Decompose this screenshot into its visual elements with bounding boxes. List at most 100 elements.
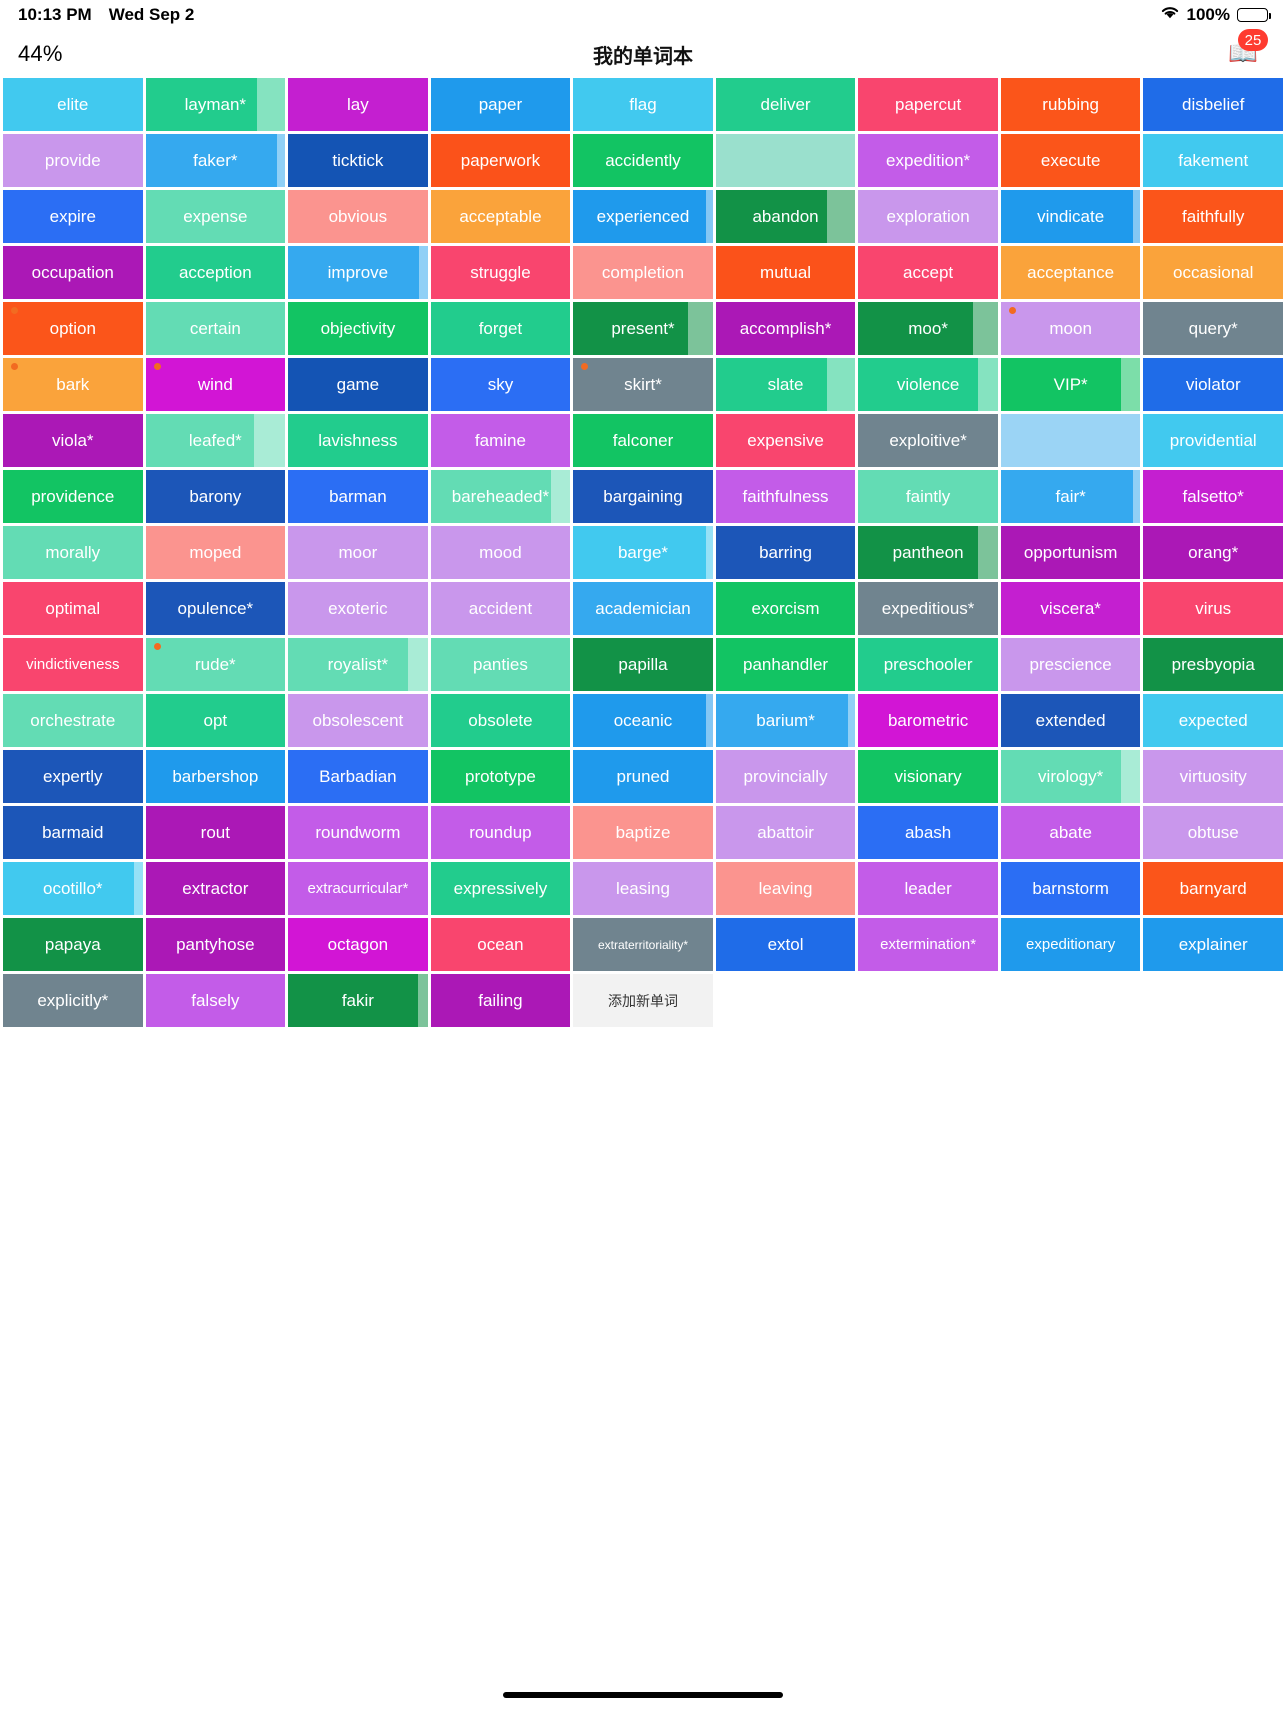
- word-tile[interactable]: certain: [145, 302, 286, 355]
- word-tile[interactable]: deliver: [715, 78, 856, 131]
- word-tile[interactable]: extracurricular*: [288, 862, 428, 915]
- word-tile[interactable]: expedition*: [858, 134, 998, 187]
- word-tile[interactable]: lavishness: [288, 414, 428, 467]
- word-tile[interactable]: opulence*: [145, 582, 286, 635]
- word-tile[interactable]: barnyard: [1143, 862, 1283, 915]
- word-tile[interactable]: acceptable: [430, 190, 571, 243]
- word-tile[interactable]: obsolescent: [288, 694, 428, 747]
- word-tile[interactable]: game: [288, 358, 428, 411]
- word-tile[interactable]: bargaining: [573, 470, 713, 523]
- word-tile[interactable]: optimal: [3, 582, 143, 635]
- word-tile[interactable]: fakir: [288, 974, 428, 1027]
- word-tile[interactable]: elite: [3, 78, 143, 131]
- word-tile[interactable]: providence: [3, 470, 143, 523]
- word-tile[interactable]: exploration: [858, 190, 998, 243]
- word-tile[interactable]: octagon: [288, 918, 428, 971]
- word-tile[interactable]: exorcism: [715, 582, 856, 635]
- word-tile[interactable]: barbershop: [145, 750, 286, 803]
- word-tile[interactable]: provincially: [715, 750, 856, 803]
- word-tile[interactable]: roundworm: [288, 806, 428, 859]
- word-tile[interactable]: opportunism: [1000, 526, 1141, 579]
- word-tile[interactable]: paperwork: [430, 134, 571, 187]
- word-tile[interactable]: [1000, 414, 1141, 467]
- word-tile[interactable]: objectivity: [288, 302, 428, 355]
- word-tile[interactable]: papilla: [573, 638, 713, 691]
- word-tile[interactable]: faithfully: [1143, 190, 1283, 243]
- word-tile[interactable]: extermination*: [858, 918, 998, 971]
- word-tile[interactable]: falsetto*: [1143, 470, 1283, 523]
- word-tile[interactable]: execute: [1000, 134, 1141, 187]
- word-tile[interactable]: expected: [1143, 694, 1283, 747]
- word-tile[interactable]: pruned: [573, 750, 713, 803]
- word-tile[interactable]: rude*: [145, 638, 286, 691]
- word-tile[interactable]: royalist*: [288, 638, 428, 691]
- word-tile[interactable]: moo*: [858, 302, 998, 355]
- word-tile[interactable]: accomplish*: [715, 302, 856, 355]
- word-tile[interactable]: bareheaded*: [430, 470, 571, 523]
- word-tile[interactable]: expense: [145, 190, 286, 243]
- word-tile[interactable]: preschooler: [858, 638, 998, 691]
- word-tile[interactable]: vindictiveness: [3, 638, 143, 691]
- word-tile[interactable]: mutual: [715, 246, 856, 299]
- word-tile[interactable]: Barbadian: [288, 750, 428, 803]
- word-tile[interactable]: bark: [3, 358, 143, 411]
- word-tile[interactable]: accident: [430, 582, 571, 635]
- word-tile[interactable]: barman: [288, 470, 428, 523]
- word-tile[interactable]: explainer: [1143, 918, 1283, 971]
- add-new-word-button[interactable]: 添加新单词: [573, 974, 713, 1027]
- word-tile[interactable]: occasional: [1143, 246, 1283, 299]
- word-tile[interactable]: orang*: [1143, 526, 1283, 579]
- word-tile[interactable]: extractor: [145, 862, 286, 915]
- word-tile[interactable]: barring: [715, 526, 856, 579]
- word-tile[interactable]: opt: [145, 694, 286, 747]
- word-tile[interactable]: ocean: [430, 918, 571, 971]
- word-tile[interactable]: leafed*: [145, 414, 286, 467]
- word-tile[interactable]: abate: [1000, 806, 1141, 859]
- word-tile[interactable]: mood: [430, 526, 571, 579]
- word-tile[interactable]: panties: [430, 638, 571, 691]
- word-tile[interactable]: acceptance: [1000, 246, 1141, 299]
- word-tile[interactable]: papaya: [3, 918, 143, 971]
- word-tile[interactable]: improve: [288, 246, 428, 299]
- word-tile[interactable]: vindicate: [1000, 190, 1141, 243]
- word-tile[interactable]: completion: [573, 246, 713, 299]
- word-tile[interactable]: flag: [573, 78, 713, 131]
- word-tile[interactable]: faker*: [145, 134, 286, 187]
- word-tile[interactable]: morally: [3, 526, 143, 579]
- word-tile[interactable]: pantheon: [858, 526, 998, 579]
- word-tile[interactable]: failing: [430, 974, 571, 1027]
- word-tile[interactable]: obsolete: [430, 694, 571, 747]
- word-tile[interactable]: extol: [715, 918, 856, 971]
- word-tile[interactable]: layman*: [145, 78, 286, 131]
- word-tile[interactable]: extended: [1000, 694, 1141, 747]
- word-tile[interactable]: moor: [288, 526, 428, 579]
- word-tile[interactable]: slate: [715, 358, 856, 411]
- word-tile[interactable]: occupation: [3, 246, 143, 299]
- word-tile[interactable]: fair*: [1000, 470, 1141, 523]
- word-tile[interactable]: presbyopia: [1143, 638, 1283, 691]
- word-tile[interactable]: ocotillo*: [3, 862, 143, 915]
- word-tile[interactable]: leader: [858, 862, 998, 915]
- word-tile[interactable]: query*: [1143, 302, 1283, 355]
- word-tile[interactable]: paper: [430, 78, 571, 131]
- word-tile[interactable]: abattoir: [715, 806, 856, 859]
- word-tile[interactable]: [715, 134, 856, 187]
- word-tile[interactable]: option: [3, 302, 143, 355]
- word-tile[interactable]: lay: [288, 78, 428, 131]
- word-tile[interactable]: panhandler: [715, 638, 856, 691]
- wordbook-button[interactable]: 📖 25: [1228, 29, 1268, 66]
- word-tile[interactable]: viscera*: [1000, 582, 1141, 635]
- word-tile[interactable]: explicitly*: [3, 974, 143, 1027]
- word-tile[interactable]: expressively: [430, 862, 571, 915]
- word-tile[interactable]: expeditious*: [858, 582, 998, 635]
- word-tile[interactable]: falconer: [573, 414, 713, 467]
- word-tile[interactable]: barmaid: [3, 806, 143, 859]
- word-tile[interactable]: baptize: [573, 806, 713, 859]
- word-tile[interactable]: oceanic: [573, 694, 713, 747]
- word-tile[interactable]: extraterritoriality*: [573, 918, 713, 971]
- word-tile[interactable]: papercut: [858, 78, 998, 131]
- word-tile[interactable]: leaving: [715, 862, 856, 915]
- word-tile[interactable]: barometric: [858, 694, 998, 747]
- word-tile[interactable]: virus: [1143, 582, 1283, 635]
- word-tile[interactable]: virology*: [1000, 750, 1141, 803]
